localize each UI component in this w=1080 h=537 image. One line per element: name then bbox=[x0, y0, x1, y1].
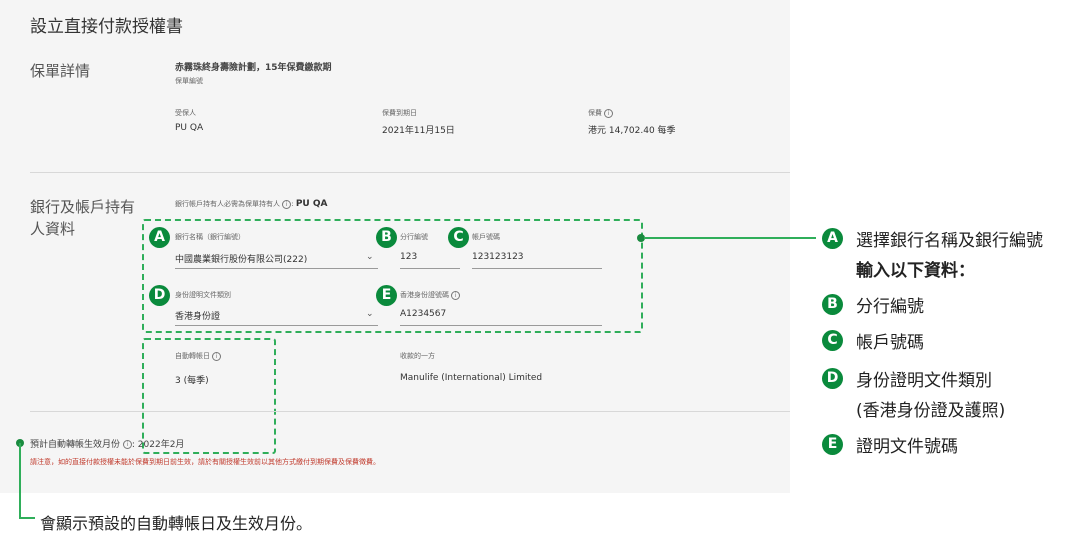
section-divider bbox=[30, 172, 790, 173]
id-type-label: 身份證明文件類別 bbox=[175, 291, 231, 299]
info-circle-icon[interactable]: i bbox=[282, 199, 292, 209]
info-circle-icon[interactable]: i bbox=[604, 108, 614, 118]
bottom-connector-vertical bbox=[19, 443, 21, 519]
policy-number-label: 保單編號 bbox=[175, 77, 203, 85]
account-input[interactable]: 123123123 bbox=[472, 252, 524, 262]
branch-label: 分行編號 bbox=[400, 233, 428, 241]
bank-name-select[interactable]: 中國農業銀行股份有限公司(222) bbox=[175, 252, 307, 265]
info-circle-icon[interactable]: i bbox=[122, 440, 132, 449]
annotation-b-text: 分行編號 bbox=[856, 297, 924, 317]
right-connector-line bbox=[644, 237, 816, 239]
premium-label: 保費 i bbox=[588, 108, 614, 118]
annotation-badge-e: E bbox=[822, 434, 843, 455]
annotation-badge-b: B bbox=[822, 294, 843, 315]
info-circle-icon[interactable]: i bbox=[212, 351, 222, 361]
account-label: 帳戶號碼 bbox=[472, 233, 500, 241]
info-circle-icon[interactable]: i bbox=[451, 290, 461, 300]
annotation-badge-a: A bbox=[822, 228, 843, 249]
payee-value: Manulife (International) Limited bbox=[400, 373, 543, 383]
annotation-input-text: 輸入以下資料： bbox=[856, 261, 975, 281]
effective-month-label: 預計自動轉帳生效月份 bbox=[30, 440, 121, 450]
annotation-d-text: 身份證明文件類別 bbox=[856, 371, 992, 391]
holder-note: 銀行帳戶持有人必需為保單持有人 i: PU QA bbox=[175, 199, 328, 209]
due-date-label: 保費到期日 bbox=[382, 109, 417, 117]
id-type-underline bbox=[175, 325, 378, 326]
due-date-value: 2021年11月15日 bbox=[382, 126, 455, 136]
id-number-label-text: 香港身份證號碼 bbox=[400, 291, 449, 299]
premium-value: 港元 14,702.40 每季 bbox=[588, 126, 676, 136]
account-underline bbox=[472, 268, 602, 269]
bottom-connector-horizontal bbox=[19, 517, 35, 519]
chevron-down-icon[interactable]: ⌄ bbox=[366, 309, 374, 319]
section-divider bbox=[30, 411, 790, 412]
auto-transfer-day-value: 3 (每季) bbox=[175, 376, 209, 386]
annotation-d-text-2: (香港身份證及護照) bbox=[856, 401, 1006, 421]
auto-transfer-day-label-text: 自動轉帳日 bbox=[175, 352, 210, 360]
chevron-down-icon[interactable]: ⌄ bbox=[366, 252, 374, 262]
annotation-c-text: 帳戶號碼 bbox=[856, 333, 924, 353]
payee-label: 收款的一方 bbox=[400, 352, 435, 360]
bank-section-heading: 銀行及帳戶持有 人資料 bbox=[30, 196, 135, 240]
insured-label: 受保人 bbox=[175, 109, 196, 117]
annotation-e-text: 證明文件號碼 bbox=[856, 437, 958, 457]
id-number-label: 香港身份證號碼 i bbox=[400, 290, 461, 300]
auto-transfer-day-label: 自動轉帳日 i bbox=[175, 351, 222, 361]
bank-name-label: 銀行名稱（銀行編號） bbox=[175, 233, 245, 241]
holder-value: PU QA bbox=[295, 199, 328, 209]
effective-month: 預計自動轉帳生效月份 i: 2022年2月 bbox=[30, 440, 185, 450]
effective-month-value: 2022年2月 bbox=[137, 440, 185, 450]
holder-note-text: 銀行帳戶持有人必需為保單持有人 bbox=[175, 200, 280, 208]
policy-section-heading: 保單詳情 bbox=[30, 62, 91, 80]
plan-name: 赤霧珠終身壽險計劃，15年保費繳款期 bbox=[175, 63, 332, 73]
badge-e: E bbox=[376, 285, 397, 306]
premium-label-text: 保費 bbox=[588, 109, 602, 117]
badge-d: D bbox=[149, 285, 170, 306]
bank-name-underline bbox=[175, 268, 378, 269]
warning-text: 請注意，如的直接付款授權未能於保費到期日前生效，請於有關授權生效前以其他方式繳付… bbox=[30, 458, 380, 466]
annotation-badge-d: D bbox=[822, 368, 843, 389]
page-title: 設立直接付款授權書 bbox=[30, 17, 183, 37]
badge-c: C bbox=[448, 227, 469, 248]
bank-section-heading-line2: 人資料 bbox=[30, 220, 76, 238]
annotation-a-text: 選擇銀行名稱及銀行編號 bbox=[856, 231, 1043, 251]
insured-value: PU QA bbox=[175, 123, 204, 133]
id-type-select[interactable]: 香港身份證 bbox=[175, 309, 220, 322]
branch-underline bbox=[400, 268, 460, 269]
annotation-badge-c: C bbox=[822, 330, 843, 351]
badge-b: B bbox=[376, 227, 397, 248]
branch-input[interactable]: 123 bbox=[400, 252, 417, 262]
badge-a: A bbox=[149, 227, 170, 248]
bank-section-heading-line1: 銀行及帳戶持有 bbox=[30, 198, 136, 216]
id-number-underline bbox=[400, 325, 602, 326]
id-number-input[interactable]: A1234567 bbox=[400, 309, 446, 319]
bottom-annotation: 會顯示預設的自動轉帳日及生效月份。 bbox=[40, 514, 313, 533]
